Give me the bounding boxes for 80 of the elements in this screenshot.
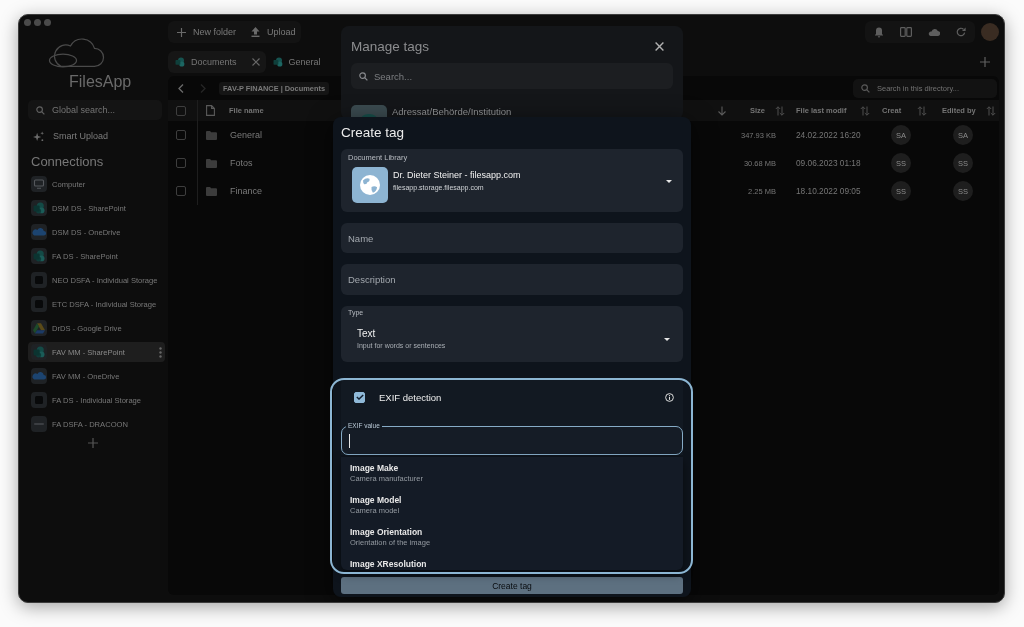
dash-tile-icon — [31, 416, 47, 432]
tab[interactable]: General — [265, 51, 327, 73]
columns-icon[interactable] — [900, 27, 912, 37]
section-heading: Connections — [31, 154, 104, 170]
upload-icon — [251, 27, 261, 37]
refresh-icon[interactable] — [956, 27, 966, 37]
globe-icon — [352, 167, 388, 203]
dropdown-option[interactable]: Image XResolution — [341, 553, 683, 570]
search-icon — [861, 83, 870, 93]
checkbox-label: EXIF detection — [379, 391, 442, 403]
folder-icon — [206, 186, 217, 196]
caret-down-icon — [666, 179, 672, 183]
circles-icon — [31, 344, 47, 360]
row-checkbox[interactable] — [176, 158, 186, 168]
close-icon[interactable] — [655, 41, 664, 51]
cloud-logo-icon — [48, 37, 105, 68]
search-icon — [359, 71, 368, 81]
circles-icon — [175, 57, 185, 67]
row-checkbox[interactable] — [176, 130, 186, 140]
exif-checkbox[interactable] — [354, 391, 365, 403]
dialog-title: Create tag — [341, 125, 405, 140]
sort-icon[interactable] — [986, 105, 996, 116]
search-icon — [36, 105, 45, 115]
square-icon — [31, 392, 47, 408]
square-icon — [31, 296, 47, 312]
caret-down-icon — [664, 337, 670, 341]
upload-button[interactable]: Upload — [251, 27, 296, 37]
user-avatar[interactable] — [981, 23, 999, 41]
option-title: Image Orientation — [350, 527, 423, 537]
sort-icon[interactable] — [917, 105, 927, 116]
folder-icon — [206, 158, 217, 168]
tab[interactable]: Documents — [168, 51, 266, 73]
circles-icon — [31, 248, 47, 264]
zoom-window-icon[interactable] — [44, 19, 51, 26]
option-title: Image Make — [350, 463, 399, 473]
text-cursor-icon — [349, 433, 350, 448]
arrow-down-icon[interactable] — [717, 105, 727, 116]
back-icon[interactable] — [178, 83, 184, 93]
file-name[interactable]: Finance — [230, 186, 263, 196]
new-folder-button[interactable]: New folder — [177, 27, 237, 37]
forward-icon[interactable] — [200, 83, 206, 93]
tag-name[interactable]: Adressat/Behörde/Institution — [392, 106, 512, 118]
square-icon — [31, 272, 47, 288]
description-field[interactable]: Description — [341, 264, 683, 295]
minimize-window-icon[interactable] — [34, 19, 41, 26]
cloud-icon — [31, 368, 47, 384]
tag-search-field[interactable]: Search... — [351, 63, 673, 89]
add-icon[interactable] — [88, 438, 98, 448]
sparkle-icon — [33, 130, 44, 142]
sort-icon[interactable] — [860, 105, 870, 116]
name-field[interactable]: Name — [341, 223, 683, 253]
global-search-field[interactable]: Global search... — [28, 100, 162, 120]
info-icon[interactable] — [665, 392, 674, 402]
row-checkbox[interactable] — [176, 186, 186, 196]
modified-date: 09.06.2023 01:18 — [796, 158, 861, 168]
modified-date: 24.02.2022 16:20 — [796, 130, 861, 140]
cloud-icon — [31, 224, 47, 240]
app-logo-text: FilesApp — [69, 73, 132, 91]
file-name[interactable]: General — [230, 130, 263, 140]
sort-icon[interactable] — [775, 105, 785, 116]
file-name[interactable]: Fotos — [230, 158, 253, 168]
plus-icon — [177, 27, 186, 37]
circles-icon — [31, 200, 47, 216]
option-title: Image Model — [350, 495, 402, 505]
dialog-title: Manage tags — [351, 38, 430, 54]
bell-icon[interactable] — [874, 26, 884, 38]
modified-date: 18.10.2022 09:05 — [796, 186, 861, 196]
add-icon[interactable] — [980, 57, 990, 67]
monitor-icon — [31, 176, 47, 192]
folder-icon — [206, 130, 217, 140]
cloud-icon[interactable] — [928, 28, 940, 36]
option-title: Image XResolution — [350, 559, 427, 569]
circles-icon — [272, 57, 283, 67]
library-name: Dr. Dieter Steiner - filesapp.com — [393, 169, 521, 181]
close-window-icon[interactable] — [24, 19, 31, 26]
file-icon — [206, 105, 215, 116]
type-value: Text — [357, 328, 376, 340]
smart-upload-button[interactable]: Smart Upload — [33, 127, 109, 145]
more-icon[interactable] — [159, 346, 162, 358]
select-all-checkbox[interactable] — [176, 105, 186, 116]
